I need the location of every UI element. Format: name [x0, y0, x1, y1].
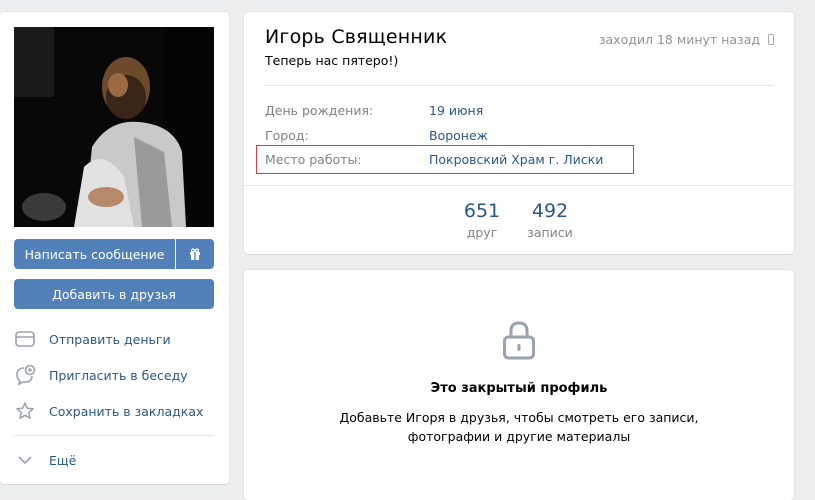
city-link[interactable]: Воронеж — [429, 128, 488, 143]
closed-profile-title: Это закрытый профиль — [430, 381, 608, 396]
highlight-box — [256, 145, 634, 174]
profile-status: Теперь нас пятеро!) — [265, 53, 399, 68]
info-label: Город: — [265, 128, 309, 143]
profile-name: Игорь Священник — [265, 26, 448, 48]
divider — [244, 185, 794, 186]
birthday-link[interactable]: 19 июня — [429, 103, 483, 118]
counter-label: друг — [466, 225, 498, 240]
more-actions-button[interactable]: Ещё — [14, 448, 214, 472]
save-bookmark-label: Сохранить в закладках — [49, 403, 204, 419]
chevron-down-icon — [14, 449, 36, 471]
chat-plus-icon — [14, 364, 36, 386]
counter-label: записи — [527, 225, 573, 240]
gift-icon — [190, 248, 200, 260]
last-seen: заходил 18 минут назад — [599, 32, 774, 47]
send-message-button[interactable]: Написать сообщение — [14, 239, 175, 269]
invite-to-chat-label: Пригласить в беседу — [49, 367, 188, 383]
send-message-label: Написать сообщение — [24, 246, 165, 262]
info-row-city: Город: Воронеж — [265, 128, 775, 143]
posts-counter[interactable]: 492 записи — [525, 200, 575, 240]
add-friend-label: Добавить в друзья — [52, 286, 176, 302]
send-gift-button[interactable] — [176, 239, 214, 269]
send-money-action[interactable]: Отправить деньги — [14, 327, 214, 351]
mobile-phone-icon — [768, 34, 774, 45]
avatar-photo — [14, 27, 214, 227]
invite-to-chat-action[interactable]: Пригласить в беседу — [14, 363, 214, 387]
wallet-icon — [14, 328, 36, 350]
star-icon — [14, 400, 36, 422]
avatar[interactable] — [14, 27, 214, 227]
last-seen-text: заходил 18 минут назад — [598, 32, 760, 47]
friends-counter[interactable]: 651 друг — [462, 200, 502, 240]
profile-info-card: Игорь Священник заходил 18 минут назад Т… — [244, 12, 794, 254]
counter-value: 492 — [531, 200, 569, 222]
info-label: День рождения: — [265, 103, 374, 118]
divider — [14, 435, 214, 436]
more-actions-label: Ещё — [49, 452, 77, 468]
send-money-label: Отправить деньги — [49, 331, 171, 347]
lock-icon — [503, 321, 535, 360]
info-row-birthday: День рождения: 19 июня — [265, 103, 775, 118]
left-panel: Написать сообщение Добавить в друзья Отп… — [0, 12, 229, 484]
divider — [264, 85, 774, 86]
closed-profile-text: Добавьте Игоря в друзья, чтобы смотреть … — [339, 410, 699, 444]
add-friend-button[interactable]: Добавить в друзья — [14, 279, 214, 309]
counter-value: 651 — [463, 200, 501, 222]
closed-profile-card: Это закрытый профиль Добавьте Игоря в др… — [244, 270, 794, 500]
save-bookmark-action[interactable]: Сохранить в закладках — [14, 399, 214, 423]
